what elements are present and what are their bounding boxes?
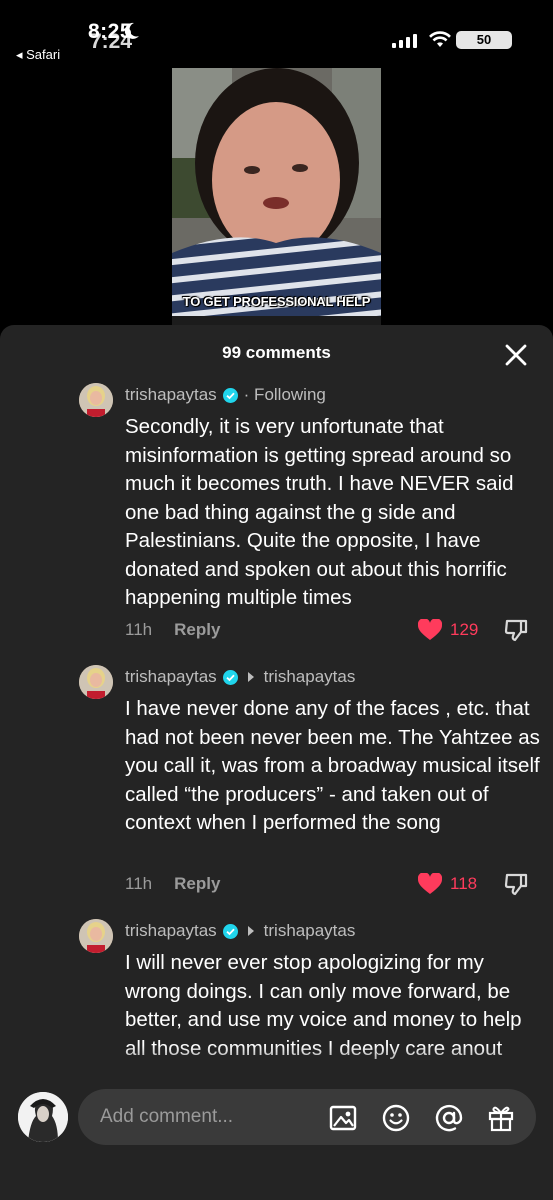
video-player[interactable]: TO GET PROFESSIONAL HELP [172, 68, 381, 326]
comment-time: 11h [125, 874, 153, 893]
like-count: 129 [450, 620, 479, 639]
comment-time: 11h [125, 620, 153, 639]
comment-input-container [78, 1089, 536, 1145]
reply-button[interactable]: Reply [174, 620, 220, 640]
status-bar: 7:24 8:25 ◂ Safari 6 50 [0, 0, 553, 70]
mention-icon[interactable] [434, 1103, 464, 1133]
dislike-icon[interactable] [503, 617, 529, 643]
back-to-safari-link[interactable]: ◂ Safari [16, 47, 60, 63]
comment-username[interactable]: trishapaytas [125, 921, 217, 941]
scroll-fade [0, 1045, 553, 1085]
cellular-signal-icon [392, 34, 417, 48]
emoji-icon[interactable] [381, 1103, 411, 1133]
heart-icon [418, 873, 442, 894]
reply-to-arrow-icon [247, 672, 254, 682]
video-caption: TO GET PROFESSIONAL HELP [182, 294, 371, 309]
like-count: 118 [450, 874, 478, 893]
gift-icon[interactable] [486, 1103, 516, 1133]
user-avatar[interactable] [18, 1092, 68, 1142]
verified-badge-icon [222, 387, 238, 403]
image-icon[interactable] [328, 1103, 358, 1133]
comment-composer-bar [0, 1080, 553, 1200]
close-icon[interactable] [502, 341, 530, 369]
comment-meta: 11h Reply [125, 619, 220, 641]
moon-icon [124, 22, 139, 39]
like-button[interactable]: 118 [418, 873, 477, 895]
wifi-icon [429, 31, 451, 47]
comment-header: trishapaytas trishapaytas [125, 666, 355, 688]
heart-icon [418, 619, 442, 640]
verified-badge-icon [222, 923, 238, 939]
comment-username[interactable]: trishapaytas [125, 385, 217, 405]
comment-meta: 11h Reply [125, 873, 220, 895]
comments-sheet: 99 comments trishapaytas · Following Sec… [0, 325, 553, 1200]
comment-text: Secondly, it is very unfortunate that mi… [125, 415, 514, 609]
comments-count-title: 99 comments [222, 343, 331, 362]
verified-badge-icon [222, 669, 238, 685]
comment-header: trishapaytas trishapaytas [125, 920, 355, 942]
commenter-avatar[interactable] [79, 919, 113, 953]
battery-indicator: 50 [456, 31, 512, 49]
comment-header: trishapaytas · Following [125, 384, 326, 406]
reply-to-username[interactable]: trishapaytas [264, 921, 356, 941]
reply-to-username[interactable]: trishapaytas [264, 667, 356, 687]
reply-button[interactable]: Reply [174, 874, 220, 894]
commenter-avatar[interactable] [79, 665, 113, 699]
following-label[interactable]: · Following [244, 385, 326, 405]
video-frame-illustration [172, 68, 381, 326]
commenter-avatar[interactable] [79, 383, 113, 417]
comment-input[interactable] [100, 1089, 320, 1145]
like-button[interactable]: 129 [418, 619, 478, 641]
comment-text: I have never done any of the faces , etc… [125, 697, 540, 834]
comment-username[interactable]: trishapaytas [125, 667, 217, 687]
dislike-icon[interactable] [503, 871, 529, 897]
reply-to-arrow-icon [247, 926, 254, 936]
